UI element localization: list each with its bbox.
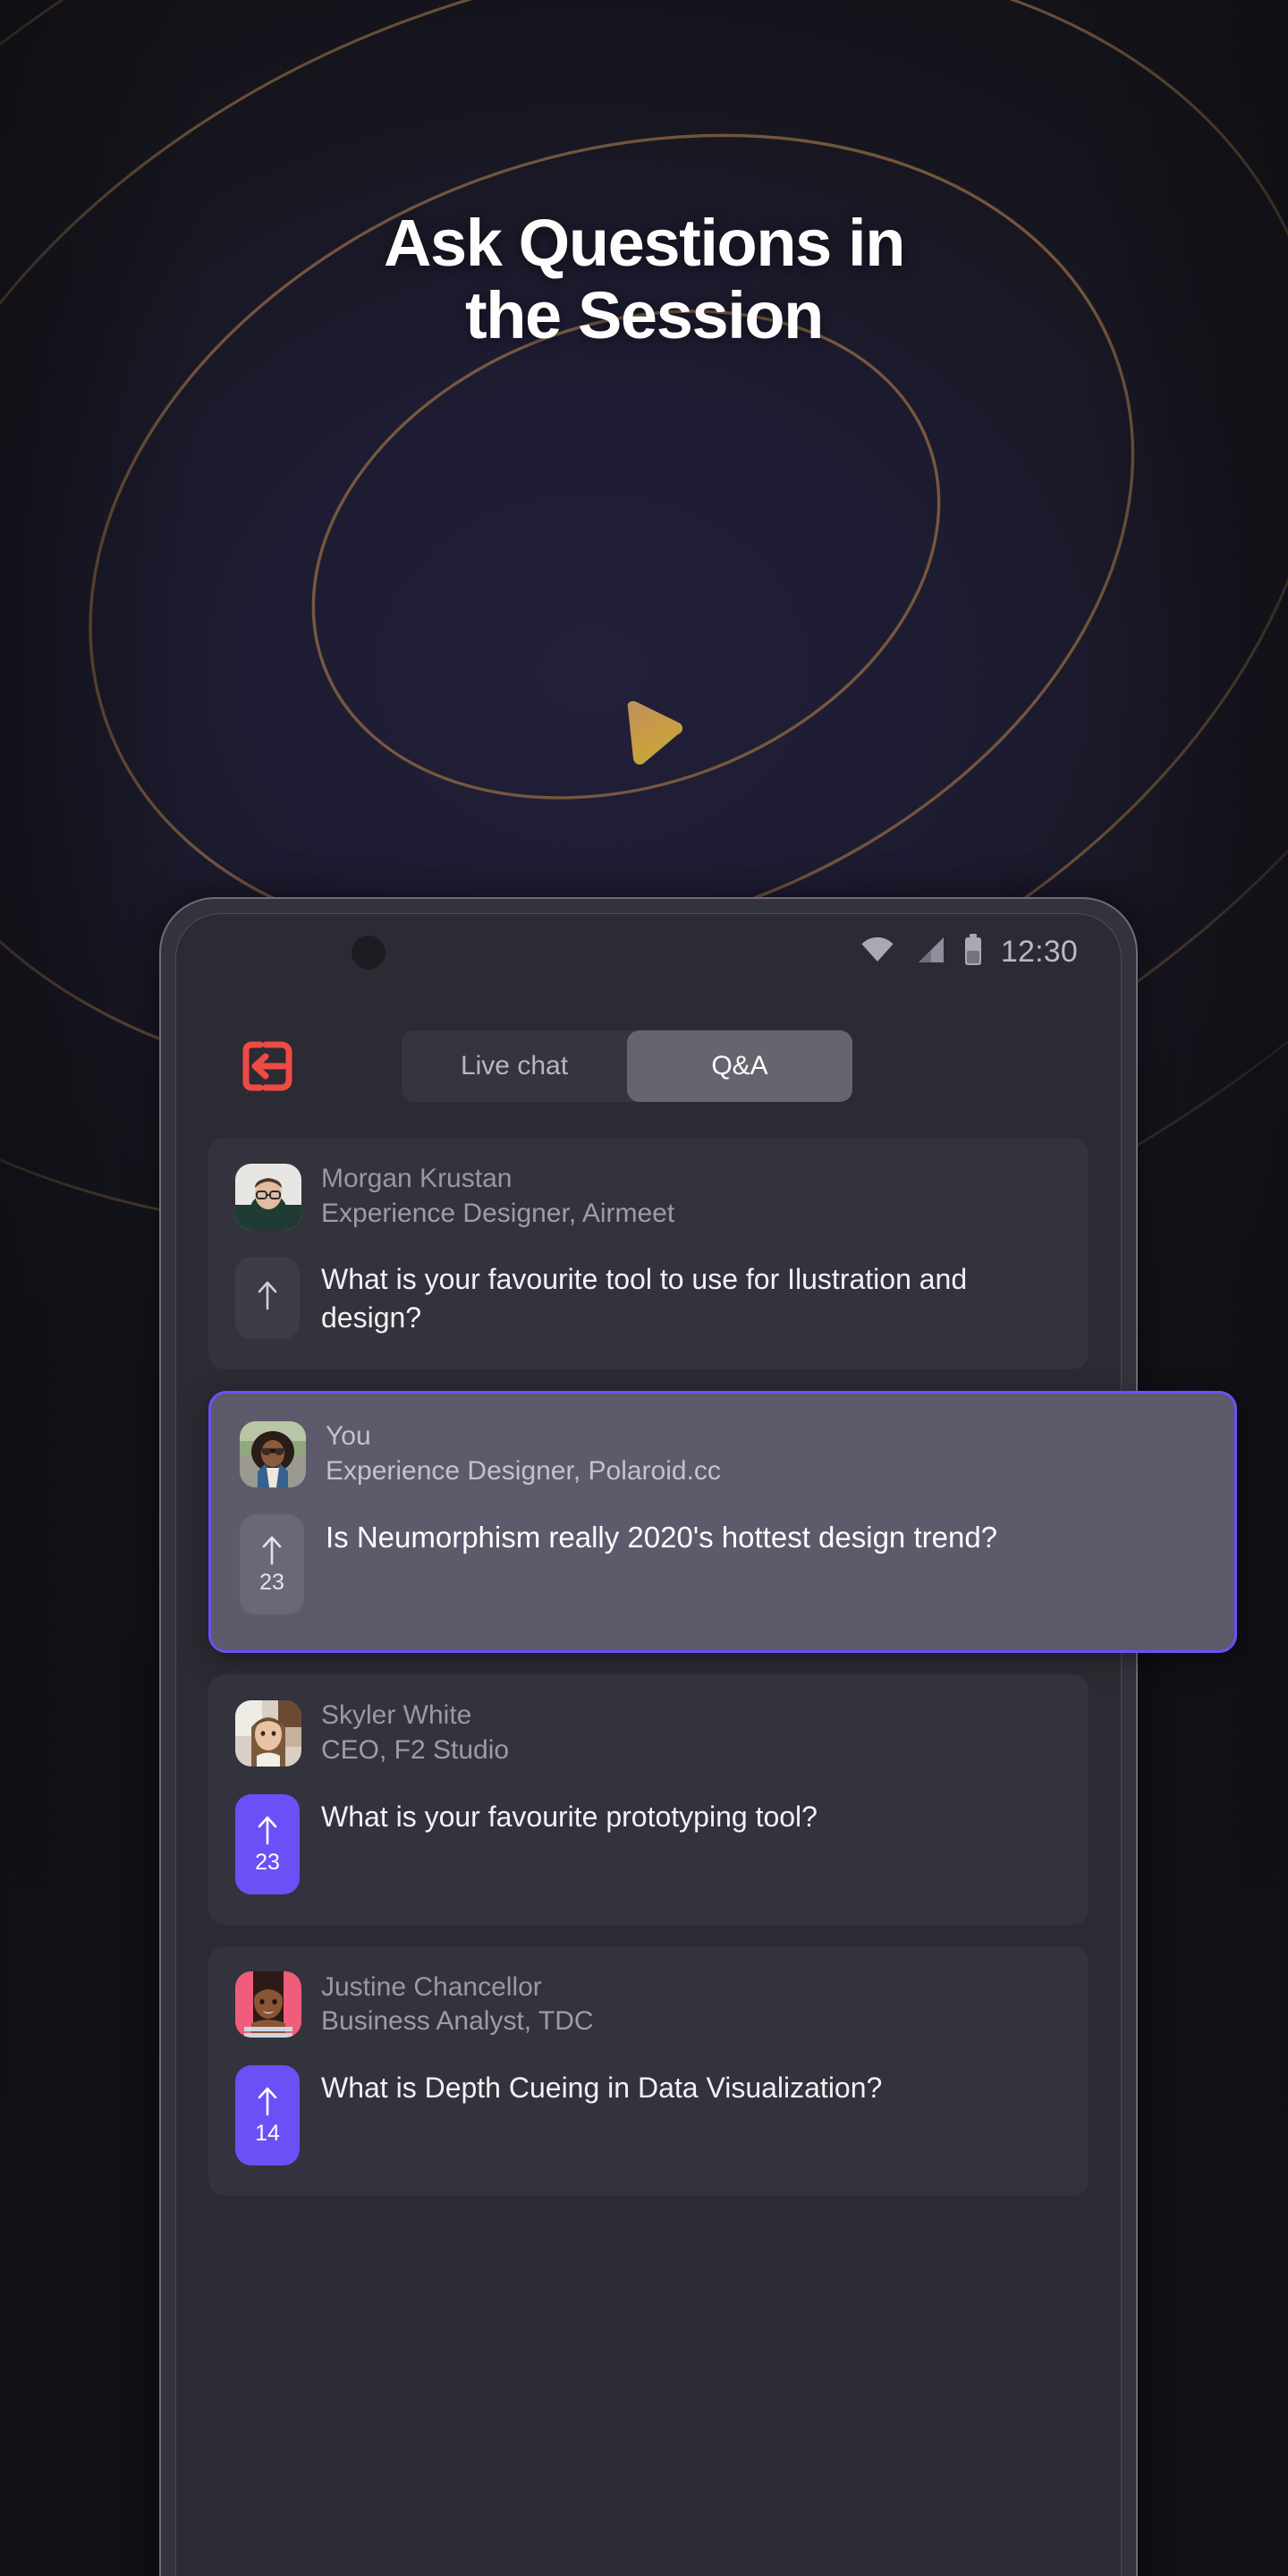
qa-card-body: What is your favourite tool to use for I… — [235, 1257, 1062, 1340]
chat-qa-segmented-control[interactable]: Live chat Q&A — [402, 1030, 852, 1102]
panel-header: Live chat Q&A — [176, 1025, 1121, 1107]
qa-author-role: CEO, F2 Studio — [321, 1734, 510, 1765]
upvote-count: 14 — [255, 2120, 280, 2146]
upvote-button[interactable]: 23 — [240, 1514, 304, 1615]
qa-question-text: What is Depth Cueing in Data Visualizati… — [321, 2071, 883, 2104]
page-title: Ask Questions in the Session — [0, 206, 1288, 352]
qa-card-header: You Experience Designer, Polaroid.cc — [240, 1420, 1204, 1487]
status-bar-time: 12:30 — [1000, 934, 1078, 969]
upvote-count: 23 — [259, 1570, 284, 1596]
qa-card-body: 14 What is Depth Cueing in Data Visualiz… — [235, 2064, 1062, 2165]
screenshot-root: Ask Questions in the Session 12:30 Live … — [0, 0, 1288, 2576]
qa-card-body: 23 What is your favourite prototyping to… — [235, 1793, 1062, 1894]
phone-screen: 12:30 Live chat Q&A Morgan Krustan Exper… — [175, 913, 1237, 2576]
qa-author-role: Experience Designer, Airmeet — [321, 1198, 675, 1228]
page-title-line-2: the Session — [465, 277, 824, 352]
battery-icon — [963, 933, 983, 970]
arrow-up-icon — [256, 1280, 279, 1315]
qa-card[interactable]: Skyler White CEO, F2 Studio 23 What is y… — [208, 1674, 1089, 1925]
page-title-line-1: Ask Questions in — [383, 206, 905, 280]
qa-author-name: Skyler White — [321, 1700, 472, 1731]
exit-session-icon[interactable] — [239, 1038, 296, 1095]
tab-qa[interactable]: Q&A — [627, 1030, 852, 1102]
qa-author-name: Morgan Krustan — [321, 1164, 513, 1193]
upvote-count: 23 — [255, 1849, 280, 1875]
qa-question-list: Morgan Krustan Experience Designer, Airm… — [176, 1138, 1237, 2217]
upvote-button[interactable]: 14 — [235, 2064, 300, 2165]
qa-card-highlighted[interactable]: You Experience Designer, Polaroid.cc 23 — [208, 1391, 1237, 1654]
qa-author-name: You — [326, 1421, 371, 1452]
qa-question-text: What is your favourite prototyping tool? — [321, 1800, 818, 1833]
qa-question-text: Is Neumorphism really 2020's hottest des… — [326, 1521, 998, 1555]
avatar — [240, 1420, 306, 1487]
avatar — [235, 1163, 301, 1230]
avatar — [235, 1699, 301, 1767]
wifi-icon — [860, 936, 895, 969]
qa-question-text: What is your favourite tool to use for I… — [321, 1263, 968, 1334]
cellular-signal-icon — [913, 936, 945, 969]
upvote-button[interactable]: 23 — [235, 1793, 300, 1894]
upvote-button[interactable] — [235, 1257, 300, 1340]
qa-card-header: Skyler White CEO, F2 Studio — [235, 1699, 1062, 1767]
qa-card-header: Justine Chancellor Business Analyst, TDC — [235, 1971, 1062, 2038]
arrow-up-icon — [260, 1535, 284, 1570]
qa-card[interactable]: Justine Chancellor Business Analyst, TDC — [208, 1945, 1089, 2196]
qa-card[interactable]: Morgan Krustan Experience Designer, Airm… — [208, 1138, 1089, 1370]
triangle-play-icon — [617, 699, 685, 767]
qa-card-body: 23 Is Neumorphism really 2020's hottest … — [240, 1514, 1204, 1615]
arrow-up-icon — [256, 2086, 279, 2121]
avatar — [235, 1971, 301, 2038]
qa-author-role: Experience Designer, Polaroid.cc — [326, 1455, 721, 1486]
punch-hole-camera — [352, 936, 386, 970]
qa-card-header: Morgan Krustan Experience Designer, Airm… — [235, 1163, 1062, 1230]
qa-author-name: Justine Chancellor — [321, 1971, 542, 2002]
phone-mockup: 12:30 Live chat Q&A Morgan Krustan Exper… — [159, 897, 1237, 2576]
status-bar: 12:30 — [176, 914, 1121, 989]
arrow-up-icon — [256, 1815, 279, 1850]
qa-author-role: Business Analyst, TDC — [321, 2006, 594, 2037]
tab-live-chat[interactable]: Live chat — [402, 1030, 627, 1102]
